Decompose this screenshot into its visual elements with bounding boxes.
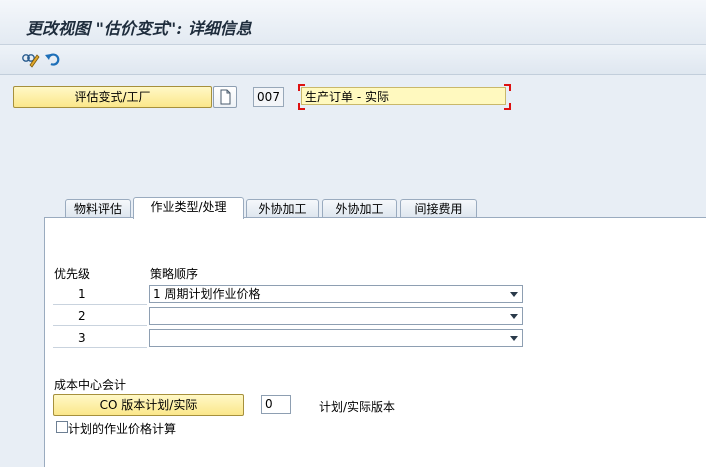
row-divider (53, 304, 147, 305)
strategy-dropdown-1[interactable]: 1 周期计划作业价格 (149, 285, 523, 303)
planned-activity-price-checkbox[interactable] (56, 421, 68, 433)
cost-center-section-label: 成本中心会计 (54, 378, 127, 392)
strategy-dropdown-3[interactable] (149, 329, 523, 347)
co-version-field[interactable]: 0 (261, 395, 291, 414)
undo-icon[interactable] (43, 49, 63, 69)
document-icon[interactable] (213, 86, 237, 108)
strategy-value: 1 周期计划作业价格 (153, 287, 261, 301)
strategy-sequence-header: 策略顺序 (150, 267, 199, 281)
tabstrip: 物料评估 作业类型/处理 外协加工 外协加工 间接费用 (44, 197, 706, 219)
tab-subcontracting-2[interactable]: 外协加工 (322, 199, 397, 218)
priority-number: 1 (78, 287, 86, 301)
priority-number: 2 (78, 309, 86, 323)
tab-overhead[interactable]: 间接费用 (400, 199, 477, 218)
title-bar: 更改视图 "估价变式": 详细信息 (0, 0, 706, 45)
strategy-dropdown-2[interactable] (149, 307, 523, 325)
valuation-variant-name-field[interactable]: 生产订单 - 实际 (301, 87, 506, 105)
chevron-down-icon[interactable] (510, 314, 518, 319)
row-divider (53, 347, 147, 348)
valuation-variant-plant-button[interactable]: 评估变式/工厂 (13, 86, 212, 108)
row-divider (53, 325, 147, 326)
tab-material-valuation[interactable]: 物料评估 (65, 199, 131, 218)
co-version-button[interactable]: CO 版本计划/实际 (53, 394, 244, 416)
chevron-down-icon[interactable] (510, 292, 518, 297)
co-version-text: 计划/实际版本 (319, 400, 396, 414)
priority-number: 3 (78, 331, 86, 345)
focus-corner (298, 84, 305, 91)
tab-activity-type-processing[interactable]: 作业类型/处理 (133, 197, 244, 219)
chevron-down-icon[interactable] (510, 336, 518, 341)
focus-corner (504, 84, 511, 91)
valuation-variant-code-field[interactable]: 007 (253, 87, 284, 107)
focus-corner (298, 103, 305, 110)
focus-corner (504, 103, 511, 110)
application-toolbar (0, 45, 706, 75)
priority-header: 优先级 (54, 267, 91, 281)
window-title: 更改视图 "估价变式": 详细信息 (26, 19, 252, 38)
display-change-icon[interactable] (20, 49, 40, 69)
tab-subcontracting-1[interactable]: 外协加工 (246, 199, 319, 218)
planned-activity-price-label: 计划的作业价格计算 (68, 422, 177, 436)
